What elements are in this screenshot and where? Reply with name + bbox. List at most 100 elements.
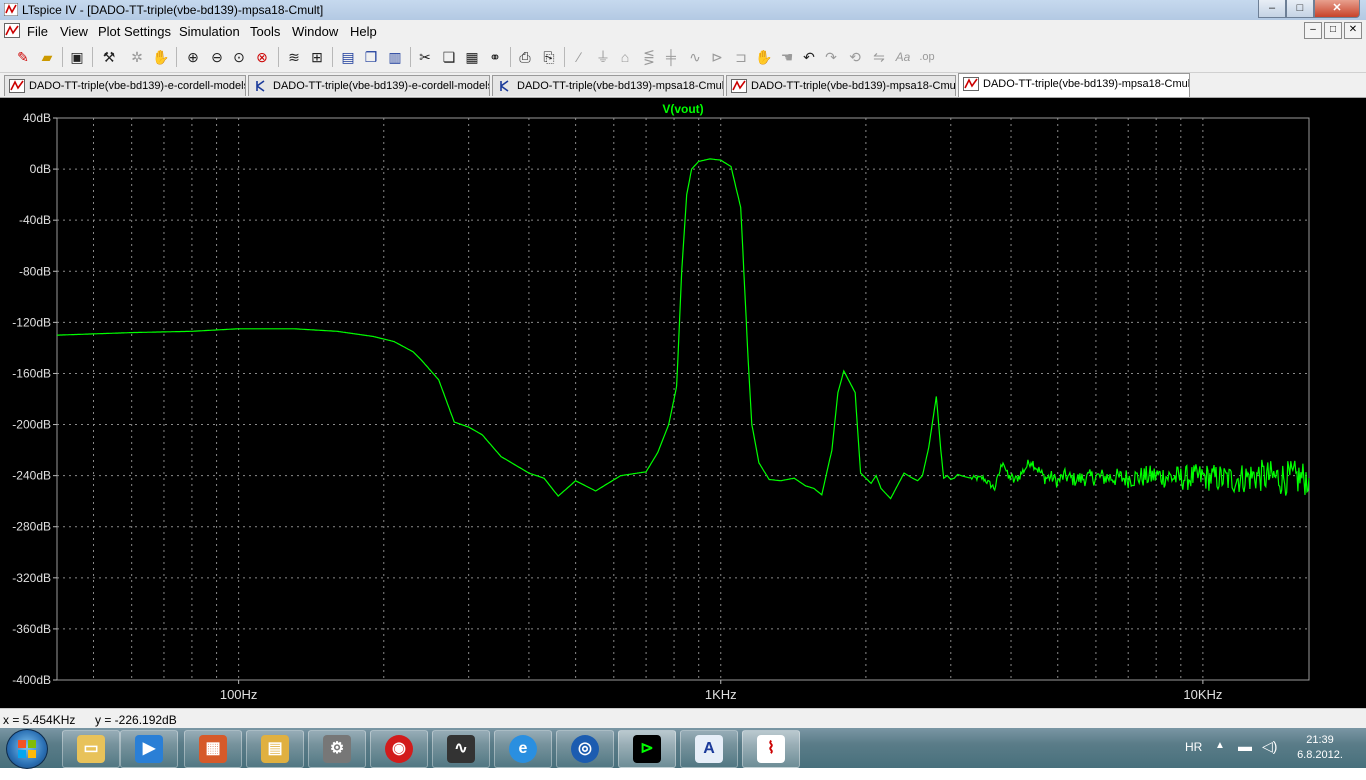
taskbar-explorer[interactable]: ▭ [62, 730, 120, 768]
taskbar-media[interactable]: ◎ [556, 730, 614, 768]
label-icon[interactable]: ⌂ [616, 48, 634, 66]
halt-icon[interactable]: ✋ [152, 48, 170, 66]
taskbar-ltspice[interactable]: ⌇ [742, 730, 800, 768]
zoom-cancel-icon[interactable]: ⊗ [253, 48, 271, 66]
toolbar-separator [564, 47, 565, 67]
menu-plot-settings[interactable]: Plot Settings [98, 24, 171, 39]
media-icon: ◎ [571, 735, 599, 763]
menu-window[interactable]: Window [292, 24, 338, 39]
copy-icon[interactable]: ❏ [440, 48, 458, 66]
language-indicator[interactable]: HR [1185, 740, 1202, 780]
open-icon[interactable]: ▰ [38, 48, 56, 66]
tab-plot-e-cordell-models[interactable]: DADO-TT-triple(vbe-bd139)-e-cordell-mode… [4, 75, 246, 96]
resistor-icon[interactable]: ⋚ [640, 48, 658, 66]
ltspice-schematic-icon: ⊳ [633, 735, 661, 763]
maximize-button[interactable]: □ [1286, 0, 1314, 18]
zoom-fit-icon[interactable]: ⊙ [230, 48, 248, 66]
new-schematic-icon[interactable]: ✎ [14, 48, 32, 66]
trace-vout[interactable] [57, 158, 1310, 500]
plot-frame [56, 117, 1310, 681]
y-tick-label: 0dB [30, 162, 51, 176]
toolbar-separator [62, 47, 63, 67]
drag-icon[interactable]: ☚ [778, 48, 796, 66]
taskbar-media-player[interactable]: ▶ [120, 730, 178, 768]
grid-icon[interactable]: ⊞ [308, 48, 326, 66]
toolbar-separator [278, 47, 279, 67]
control-panel-icon[interactable]: ⚒ [100, 48, 118, 66]
windows-logo-icon [18, 740, 36, 758]
text-icon[interactable]: Aa [894, 48, 912, 66]
oscilloscope-icon: ∿ [447, 735, 475, 763]
taskbar-network[interactable]: ⚙ [308, 730, 366, 768]
autorange-icon[interactable]: ≋ [285, 48, 303, 66]
zoom-in-icon[interactable]: ⊕ [184, 48, 202, 66]
internet-explorer-icon: e [509, 735, 537, 763]
cascade-icon[interactable]: ❐ [362, 48, 380, 66]
capacitor-icon[interactable]: ╪ [662, 48, 680, 66]
taskbar-file-manager[interactable]: ▤ [246, 730, 304, 768]
clock[interactable]: 21:39 6.8.2012. [1290, 733, 1350, 763]
diode-icon[interactable]: ⊳ [708, 48, 726, 66]
y-tick-label: -120dB [12, 315, 51, 329]
volume-icon[interactable]: ◁) [1262, 738, 1277, 778]
start-button[interactable] [6, 729, 48, 769]
taskbar-internet-explorer[interactable]: e [494, 730, 552, 768]
file-manager-icon: ▤ [261, 735, 289, 763]
spice-directive-icon[interactable]: .op [918, 48, 936, 66]
y-tick-label: -240dB [12, 469, 51, 483]
tile-vertical-icon[interactable]: ▥ [386, 48, 404, 66]
taskbar-installer[interactable]: ▦ [184, 730, 242, 768]
x-tick-label: 100Hz [220, 687, 258, 702]
show-hidden-icons-icon[interactable]: ▲ [1215, 740, 1225, 780]
minimize-button[interactable]: – [1258, 0, 1286, 18]
save-icon[interactable]: ▣ [68, 48, 86, 66]
menu-simulation[interactable]: Simulation [179, 24, 240, 39]
tab-bar: DADO-TT-triple(vbe-bd139)-e-cordell-mode… [0, 73, 1366, 98]
inductor-icon[interactable]: ∿ [686, 48, 704, 66]
child-minimize-button[interactable]: – [1304, 22, 1322, 39]
print-setup-icon[interactable]: ⎘ [540, 48, 558, 66]
taskbar-ltspice-schematic[interactable]: ⊳ [618, 730, 676, 768]
taskbar-oscilloscope[interactable]: ∿ [432, 730, 490, 768]
child-restore-button[interactable]: □ [1324, 22, 1342, 39]
menu-view[interactable]: View [60, 24, 88, 39]
redo-icon[interactable]: ↷ [822, 48, 840, 66]
ground-icon[interactable]: ⏚ [594, 48, 612, 66]
tile-horizontal-icon[interactable]: ▤ [339, 48, 357, 66]
move-icon[interactable]: ✋ [755, 48, 773, 66]
zoom-out-icon[interactable]: ⊖ [208, 48, 226, 66]
taskbar-wordpad[interactable]: A [680, 730, 738, 768]
trace-label[interactable]: V(vout) [662, 102, 703, 116]
run-icon[interactable]: ✲ [128, 48, 146, 66]
window-title: LTspice IV - [DADO-TT-triple(vbe-bd139)-… [22, 3, 324, 17]
close-button[interactable]: ✕ [1314, 0, 1360, 18]
tab-label: DADO-TT-triple(vbe-bd139)-e-cordell-mode… [29, 80, 246, 92]
menu-file[interactable]: File [27, 24, 48, 39]
undo-icon[interactable]: ↶ [800, 48, 818, 66]
menu-tools[interactable]: Tools [250, 24, 280, 39]
menu-help[interactable]: Help [350, 24, 377, 39]
x-tick-label: 10KHz [1183, 687, 1222, 702]
taskbar-antivirus[interactable]: ◉ [370, 730, 428, 768]
mirror-icon[interactable]: ⇋ [870, 48, 888, 66]
find-icon[interactable]: ⚭ [486, 48, 504, 66]
waveform-viewer[interactable]: 40dB 0dB -40dB -80dB -120dB -160dB -200dB -240d… [0, 98, 1366, 708]
plot-window-icon[interactable] [4, 23, 20, 38]
print-icon[interactable]: ⎙ [516, 48, 534, 66]
plot-svg[interactable]: 40dB 0dB -40dB -80dB -120dB -160dB -200dB -240d… [0, 98, 1366, 708]
tab-schematic-e-cordell-models[interactable]: DADO-TT-triple(vbe-bd139)-e-cordell-mode… [248, 75, 490, 96]
child-close-button[interactable]: ✕ [1344, 22, 1362, 39]
rotate-icon[interactable]: ⟲ [846, 48, 864, 66]
schematic-icon [500, 80, 509, 92]
cut-icon[interactable]: ✂ [416, 48, 434, 66]
clock-time: 21:39 [1306, 734, 1334, 746]
wire-icon[interactable]: ∕ [570, 48, 588, 66]
tab-schematic-mpsa18-cmult[interactable]: DADO-TT-triple(vbe-bd139)-mpsa18-Cmult [492, 75, 724, 96]
component-icon[interactable]: ⊐ [732, 48, 750, 66]
tab-plot-mpsa18-cmult-active[interactable]: DADO-TT-triple(vbe-bd139)-mpsa18-Cmult [958, 73, 1190, 97]
tab-plot-mpsa18-cmult[interactable]: DADO-TT-triple(vbe-bd139)-mpsa18-Cmult [726, 75, 956, 96]
paste-icon[interactable]: ▦ [463, 48, 481, 66]
network-tray-icon[interactable]: ▬ [1238, 738, 1252, 778]
tab-label: DADO-TT-triple(vbe-bd139)-mpsa18-Cmult [751, 80, 956, 92]
y-tick-label: -160dB [12, 366, 51, 380]
